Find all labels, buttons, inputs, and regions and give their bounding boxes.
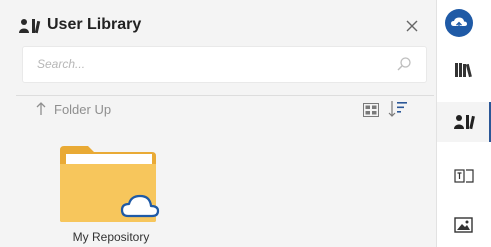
search-icon[interactable] bbox=[396, 56, 412, 72]
books-library-icon bbox=[455, 63, 472, 78]
user-library-panel: User Library Folder Up bbox=[0, 0, 436, 247]
arrow-up-icon bbox=[36, 102, 46, 115]
grid-view-icon[interactable] bbox=[363, 103, 379, 117]
user-library-icon bbox=[19, 19, 41, 34]
panel-header: User Library bbox=[0, 0, 436, 44]
image-icon bbox=[454, 217, 473, 233]
text-frame-icon bbox=[454, 169, 474, 183]
cloud-folder-icon bbox=[60, 146, 160, 222]
search-input[interactable] bbox=[37, 55, 377, 73]
rail-user-library-button[interactable] bbox=[437, 102, 491, 142]
repository-item[interactable]: My Repository bbox=[52, 130, 170, 244]
user-library-icon bbox=[454, 115, 475, 130]
cloud-badge-button[interactable] bbox=[445, 9, 473, 37]
search-box bbox=[23, 47, 426, 82]
folder-up-label: Folder Up bbox=[54, 102, 112, 117]
sort-icon[interactable] bbox=[388, 100, 408, 118]
right-rail bbox=[436, 0, 491, 247]
divider bbox=[16, 95, 434, 96]
repository-label: My Repository bbox=[72, 230, 150, 244]
app-window: User Library Folder Up bbox=[0, 0, 491, 247]
rail-image-button[interactable] bbox=[437, 205, 491, 245]
close-icon[interactable] bbox=[404, 18, 420, 34]
panel-title: User Library bbox=[47, 16, 142, 33]
rail-books-button[interactable] bbox=[437, 50, 491, 90]
cloud-badge-icon bbox=[451, 17, 467, 29]
rail-text-frame-button[interactable] bbox=[437, 156, 491, 196]
